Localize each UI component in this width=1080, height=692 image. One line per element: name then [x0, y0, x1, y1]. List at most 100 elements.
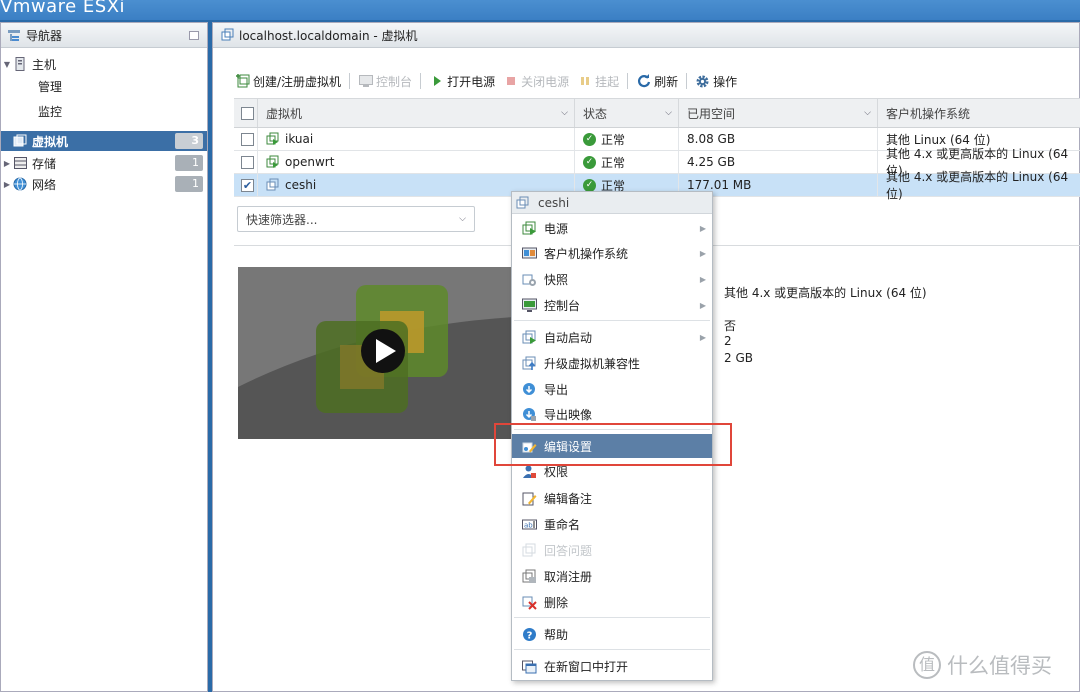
menu-item-open-new-window[interactable]: 在新窗口中打开: [512, 654, 712, 678]
vm-name[interactable]: ikuai: [285, 132, 313, 146]
svg-text:?: ?: [526, 630, 532, 641]
suspend-button[interactable]: 挂起: [577, 73, 619, 90]
select-all-checkbox[interactable]: [241, 107, 254, 120]
nav-item-network[interactable]: ▶ 网络 1: [1, 174, 207, 194]
create-vm-button[interactable]: 创建/注册虚拟机: [235, 73, 341, 90]
row-checkbox[interactable]: [241, 156, 254, 169]
actions-button[interactable]: 操作: [695, 73, 737, 90]
chevron-down-icon: ⌵: [459, 214, 466, 224]
context-menu-title: ceshi: [512, 192, 712, 214]
status-ok-icon: ✓: [583, 155, 596, 169]
sort-icon[interactable]: ⌵: [665, 108, 672, 118]
menu-item-autostart[interactable]: 自动启动 ▶: [512, 325, 712, 349]
count-badge: 1: [175, 155, 203, 171]
brand-prefix: Vm: [0, 0, 31, 17]
sort-icon[interactable]: ⌵: [561, 108, 568, 118]
menu-item-upgrade-compat[interactable]: 升级虚拟机兼容性: [512, 351, 712, 375]
nav-item-host[interactable]: ▼ 主机: [1, 54, 207, 74]
page-title: localhost.localdomain - 虚拟机: [239, 28, 418, 43]
create-vm-label: 创建/注册虚拟机: [253, 74, 342, 89]
vsphere-logo-preview: [238, 267, 514, 439]
menu-item-label: 编辑备注: [544, 491, 593, 506]
menu-item-console[interactable]: 控制台 ▶: [512, 293, 712, 317]
nav-item-storage[interactable]: ▶ 存储 1: [1, 153, 207, 173]
play-icon: [429, 74, 444, 88]
menu-item-answer-question: 回答问题: [512, 538, 712, 562]
power-on-label: 打开电源: [447, 74, 496, 89]
navigator-header: 导航器: [1, 23, 207, 48]
expand-arrow-icon[interactable]: ▼: [1, 60, 13, 69]
menu-item-edit-notes[interactable]: 编辑备注: [512, 486, 712, 510]
main-header: localhost.localdomain - 虚拟机: [213, 23, 1079, 48]
row-checkbox[interactable]: [241, 133, 254, 146]
menu-item-power[interactable]: 电源 ▶: [512, 216, 712, 240]
refresh-button[interactable]: 刷新: [636, 73, 678, 90]
guest-os: 其他 4.x 或更高版本的 Linux (64 位): [886, 170, 1069, 201]
column-header-guest-os[interactable]: 客户机操作系统: [878, 99, 1080, 127]
used-space: 8.08 GB: [687, 132, 736, 146]
brand-suffix: ware ESXi: [30, 0, 126, 17]
power-off-button[interactable]: 关闭电源: [503, 73, 569, 90]
vm-console-thumbnail[interactable]: [238, 267, 514, 439]
nav-item-monitor[interactable]: 监控: [1, 101, 207, 121]
expand-arrow-icon[interactable]: ▶: [1, 159, 13, 168]
column-label: 虚拟机: [266, 106, 303, 121]
console-button[interactable]: 控制台: [358, 73, 412, 90]
power-on-button[interactable]: 打开电源: [429, 73, 495, 90]
context-menu-title-text: ceshi: [538, 195, 570, 210]
watermark-logo-icon: 值: [913, 651, 941, 679]
status-ok-icon: ✓: [583, 178, 596, 192]
menu-separator: [514, 617, 710, 618]
menu-item-rename[interactable]: ab 重命名: [512, 512, 712, 536]
menu-item-label: 快照: [544, 272, 569, 287]
used-space: 177.01 MB: [687, 178, 752, 192]
menu-item-label: 自动启动: [544, 330, 593, 345]
column-header-used-space[interactable]: 已用空间 ⌵: [679, 99, 878, 127]
refresh-icon: [636, 74, 651, 88]
column-header-vm[interactable]: 虚拟机 ⌵: [258, 99, 575, 127]
export-icon: [521, 381, 537, 397]
menu-item-label: 电源: [544, 221, 569, 236]
vm-icon: [221, 28, 234, 41]
delete-icon: [521, 594, 537, 610]
help-icon: ?: [521, 626, 537, 642]
navigator-icon: [8, 29, 20, 41]
storage-icon: [13, 156, 27, 170]
menu-item-help[interactable]: ? 帮助: [512, 622, 712, 646]
toolbar-separator: [420, 73, 422, 89]
actions-label: 操作: [713, 74, 738, 89]
expand-arrow-icon[interactable]: ▶: [1, 180, 13, 189]
menu-separator: [514, 649, 710, 650]
collapse-icon[interactable]: [189, 31, 199, 40]
menu-item-label: 回答问题: [544, 543, 593, 558]
column-label: 状态: [583, 106, 608, 121]
menu-item-label: 在新窗口中打开: [544, 659, 629, 674]
menu-item-label: 控制台: [544, 298, 581, 313]
edit-notes-icon: [521, 490, 537, 506]
column-label: 客户机操作系统: [886, 106, 971, 121]
rename-icon: ab: [521, 516, 537, 532]
count-badge: 1: [175, 176, 203, 192]
menu-item-delete[interactable]: 删除: [512, 590, 712, 614]
nav-item-vms[interactable]: 虚拟机 3: [1, 131, 207, 151]
menu-item-unregister[interactable]: 取消注册: [512, 564, 712, 588]
console-icon: [358, 74, 373, 88]
toolbar-separator: [627, 73, 629, 89]
quick-filter-select[interactable]: 快速筛选器... ⌵: [237, 206, 475, 232]
nav-item-manage[interactable]: 管理: [1, 76, 207, 96]
vm-name[interactable]: ceshi: [285, 178, 316, 192]
detail-guest-os: 其他 4.x 或更高版本的 Linux (64 位): [724, 286, 927, 300]
menu-item-label: 客户机操作系统: [544, 246, 629, 261]
menu-item-guest-os[interactable]: 客户机操作系统 ▶: [512, 241, 712, 265]
column-header-status[interactable]: 状态 ⌵: [575, 99, 679, 127]
unregister-icon: [521, 568, 537, 584]
table-header-row: 虚拟机 ⌵ 状态 ⌵ 已用空间 ⌵ 客户机操作系统: [234, 98, 1080, 128]
navigator-title: 导航器: [26, 28, 63, 43]
menu-item-export[interactable]: 导出: [512, 377, 712, 401]
row-checkbox-checked[interactable]: ✔: [241, 179, 254, 192]
vm-name[interactable]: openwrt: [285, 155, 334, 169]
sort-icon[interactable]: ⌵: [864, 108, 871, 118]
menu-item-snapshots[interactable]: 快照 ▶: [512, 267, 712, 291]
column-label: 已用空间: [687, 106, 736, 121]
nav-item-label: 监控: [38, 104, 63, 119]
